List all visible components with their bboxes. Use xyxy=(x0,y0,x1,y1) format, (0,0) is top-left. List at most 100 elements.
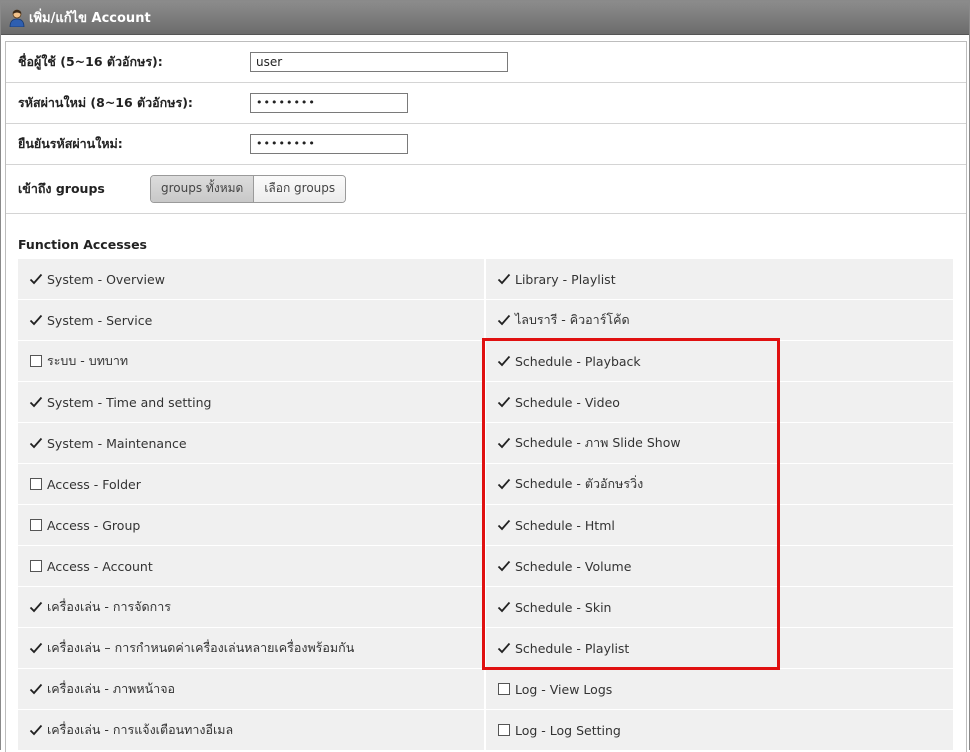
new-password-input[interactable]: •••••••• xyxy=(250,93,408,113)
checkmark-icon[interactable] xyxy=(497,436,511,450)
checkbox-empty-icon[interactable] xyxy=(30,519,42,531)
permission-label: Schedule - Html xyxy=(515,517,615,533)
permission-label: Schedule - Skin xyxy=(515,599,612,615)
permission-item[interactable]: Schedule - Volume xyxy=(486,546,953,587)
permission-label: เครื่องเล่น – การกำหนดค่าเครื่องเล่นหลาย… xyxy=(47,640,355,655)
groups-select-button[interactable]: เลือก groups xyxy=(254,176,346,202)
permission-item[interactable]: Access - Group xyxy=(18,505,484,546)
checkbox-empty-icon[interactable] xyxy=(498,724,510,736)
permission-label: Schedule - Playlist xyxy=(515,640,630,656)
permission-item[interactable]: Access - Account xyxy=(18,546,484,587)
function-access-grid: System - Overview Library - Playlist Syste… xyxy=(18,259,953,751)
permission-item[interactable]: ระบบ - บทบาท xyxy=(18,341,484,382)
new-password-row: รหัสผ่านใหม่ (8~16 ตัวอักษร): •••••••• xyxy=(6,83,966,124)
permission-row: System - Time and setting Schedule - Vide… xyxy=(18,382,953,423)
permission-row: System - Maintenance Schedule - ภาพ Slide… xyxy=(18,423,953,464)
permission-item[interactable]: Schedule - Video xyxy=(486,382,953,423)
permission-item[interactable]: System - Time and setting xyxy=(18,382,484,423)
confirm-password-row: ยืนยันรหัสผ่านใหม่: •••••••• xyxy=(6,124,966,165)
checkmark-icon[interactable] xyxy=(497,477,511,491)
permission-label: Access - Folder xyxy=(47,476,141,492)
permission-label: Schedule - Video xyxy=(515,394,620,410)
permission-label: System - Maintenance xyxy=(47,435,187,451)
checkmark-icon[interactable] xyxy=(497,272,511,286)
permission-item[interactable]: เครื่องเล่น - การจัดการ xyxy=(18,587,484,628)
function-accesses-title: Function Accesses xyxy=(18,237,147,252)
permission-label: เครื่องเล่น - การแจ้งเตือนทางอีเมล xyxy=(47,722,234,737)
permission-item[interactable]: Schedule - Playlist xyxy=(486,628,953,669)
groups-row: เข้าถึง groups groups ทั้งหมด เลือก grou… xyxy=(6,165,966,214)
title-bar: เพิ่ม/แก้ไข Account xyxy=(1,1,969,35)
permission-row: Access - Folder Schedule - ตัวอักษรวิ่ง xyxy=(18,464,953,505)
checkmark-icon[interactable] xyxy=(497,641,511,655)
permission-item[interactable]: System - Overview xyxy=(18,259,484,300)
permission-row: Access - Account Schedule - Volume xyxy=(18,546,953,587)
checkmark-icon[interactable] xyxy=(29,395,43,409)
checkmark-icon[interactable] xyxy=(497,395,511,409)
checkbox-empty-icon[interactable] xyxy=(30,355,42,367)
account-dialog: เพิ่ม/แก้ไข Account ชื่อผู้ใช้ (5~16 ตัว… xyxy=(0,0,970,752)
permission-item[interactable]: System - Service xyxy=(18,300,484,341)
permission-item[interactable]: เครื่องเล่น - ภาพหน้าจอ xyxy=(18,669,484,710)
permission-row: เครื่องเล่น - ภาพหน้าจอ Log - View Logs xyxy=(18,669,953,710)
permission-item[interactable]: Access - Folder xyxy=(18,464,484,505)
permission-label: ระบบ - บทบาท xyxy=(47,353,129,368)
groups-all-button[interactable]: groups ทั้งหมด xyxy=(151,176,255,202)
permission-label: Schedule - Volume xyxy=(515,558,632,574)
permission-label: System - Service xyxy=(47,312,153,328)
permission-label: เครื่องเล่น - ภาพหน้าจอ xyxy=(47,681,176,696)
permission-label: System - Overview xyxy=(47,271,165,287)
checkmark-icon[interactable] xyxy=(497,518,511,532)
confirm-password-input[interactable]: •••••••• xyxy=(250,134,408,154)
username-row: ชื่อผู้ใช้ (5~16 ตัวอักษร): user xyxy=(6,42,966,83)
permission-item[interactable]: Log - Log Setting xyxy=(486,710,953,751)
permission-label: Library - Playlist xyxy=(515,271,616,287)
permission-row: ระบบ - บทบาท Schedule - Playback xyxy=(18,341,953,382)
checkmark-icon[interactable] xyxy=(497,600,511,614)
checkbox-empty-icon[interactable] xyxy=(30,478,42,490)
permission-label: Access - Account xyxy=(47,558,153,574)
permission-item[interactable]: Schedule - Playback xyxy=(486,341,953,382)
checkbox-empty-icon[interactable] xyxy=(498,683,510,695)
permission-item[interactable]: Schedule - ภาพ Slide Show xyxy=(486,423,953,464)
username-label: ชื่อผู้ใช้ (5~16 ตัวอักษร): xyxy=(18,54,163,69)
permission-label: เครื่องเล่น - การจัดการ xyxy=(47,599,171,614)
checkmark-icon[interactable] xyxy=(29,436,43,450)
permission-row: เครื่องเล่น – การกำหนดค่าเครื่องเล่นหลาย… xyxy=(18,628,953,669)
permission-label: Log - Log Setting xyxy=(515,722,621,738)
checkmark-icon[interactable] xyxy=(29,641,43,655)
checkmark-icon[interactable] xyxy=(497,354,511,368)
permission-label: Schedule - ภาพ Slide Show xyxy=(515,435,681,450)
permission-item[interactable]: Library - Playlist xyxy=(486,259,953,300)
checkmark-icon[interactable] xyxy=(29,723,43,737)
new-password-label: รหัสผ่านใหม่ (8~16 ตัวอักษร): xyxy=(18,95,193,110)
permission-row: System - Service ไลบรารี - คิวอาร์โค้ด xyxy=(18,300,953,341)
permission-item[interactable]: ไลบรารี - คิวอาร์โค้ด xyxy=(486,300,953,341)
permission-item[interactable]: System - Maintenance xyxy=(18,423,484,464)
checkmark-icon[interactable] xyxy=(29,682,43,696)
permission-label: ไลบรารี - คิวอาร์โค้ด xyxy=(515,312,630,327)
permission-item[interactable]: เครื่องเล่น – การกำหนดค่าเครื่องเล่นหลาย… xyxy=(18,628,484,669)
checkmark-icon[interactable] xyxy=(29,600,43,614)
username-input[interactable]: user xyxy=(250,52,508,72)
checkbox-empty-icon[interactable] xyxy=(30,560,42,572)
permission-item[interactable]: Schedule - Skin xyxy=(486,587,953,628)
permission-item[interactable]: Log - View Logs xyxy=(486,669,953,710)
checkmark-icon[interactable] xyxy=(29,313,43,327)
permission-label: System - Time and setting xyxy=(47,394,212,410)
permission-item[interactable]: เครื่องเล่น - การแจ้งเตือนทางอีเมล xyxy=(18,710,484,751)
permission-label: Schedule - Playback xyxy=(515,353,641,369)
permission-row: System - Overview Library - Playlist xyxy=(18,259,953,300)
form-panel: ชื่อผู้ใช้ (5~16 ตัวอักษร): user รหัสผ่า… xyxy=(5,41,967,752)
permission-item[interactable]: Schedule - ตัวอักษรวิ่ง xyxy=(486,464,953,505)
groups-label: เข้าถึง groups xyxy=(18,181,105,196)
confirm-password-label: ยืนยันรหัสผ่านใหม่: xyxy=(18,136,123,151)
checkmark-icon[interactable] xyxy=(29,272,43,286)
user-icon xyxy=(9,9,25,27)
permission-label: Access - Group xyxy=(47,517,141,533)
permission-item[interactable]: Schedule - Html xyxy=(486,505,953,546)
checkmark-icon[interactable] xyxy=(497,313,511,327)
groups-selector: groups ทั้งหมด เลือก groups xyxy=(150,175,347,203)
checkmark-icon[interactable] xyxy=(497,559,511,573)
permission-row: Access - Group Schedule - Html xyxy=(18,505,953,546)
